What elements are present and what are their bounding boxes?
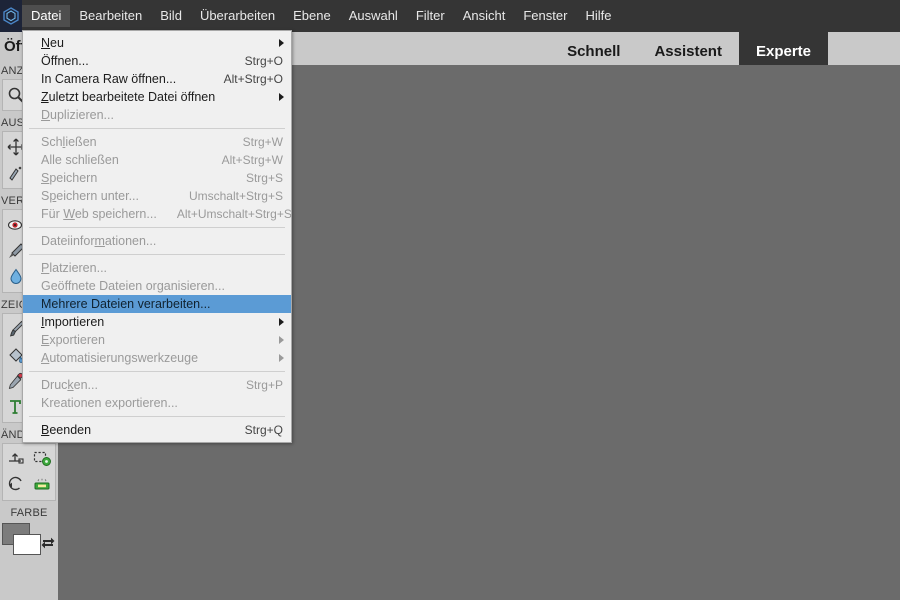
menu-hilfe[interactable]: Hilfe <box>576 5 620 27</box>
submenu-arrow-icon <box>279 318 284 326</box>
menu-ueberarbeiten[interactable]: Überarbeiten <box>191 5 284 27</box>
menu-item-speichern: SpeichernStrg+S <box>23 169 291 187</box>
menu-item-fuer-web-speichern: Für Web speichern...Alt+Umschalt+Strg+S <box>23 205 291 223</box>
content-aware-move-tool-icon[interactable] <box>29 446 55 472</box>
menu-ebene[interactable]: Ebene <box>284 5 340 27</box>
menu-item-label: Kreationen exportieren... <box>41 394 283 412</box>
file-dropdown-menu[interactable]: NeuÖffnen...Strg+OIn Camera Raw öffnen..… <box>22 30 292 443</box>
recompose-tool-icon[interactable] <box>3 472 29 498</box>
menu-datei[interactable]: Datei <box>22 5 70 27</box>
submenu-arrow-icon <box>279 336 284 344</box>
menu-item-oeffnen[interactable]: Öffnen...Strg+O <box>23 52 291 70</box>
photoshop-elements-logo-icon <box>0 0 22 32</box>
menu-filter[interactable]: Filter <box>407 5 454 27</box>
menu-item-duplizieren: Duplizieren... <box>23 106 291 124</box>
menu-separator <box>29 128 285 129</box>
menu-item-automatisierungswerkzeuge: Automatisierungswerkzeuge <box>23 349 291 367</box>
menu-item-label: Geöffnete Dateien organisieren... <box>41 277 283 295</box>
menu-auswahl[interactable]: Auswahl <box>340 5 407 27</box>
menu-item-neu[interactable]: Neu <box>23 34 291 52</box>
menu-item-label: Exportieren <box>41 331 283 349</box>
menu-item-dateiinformationen: Dateiinformationen... <box>23 232 291 250</box>
tool-section-label-farbe: FARBE <box>0 504 58 521</box>
menu-item-label: Für Web speichern... <box>41 205 157 223</box>
submenu-arrow-icon <box>279 39 284 47</box>
menu-item-drucken: Drucken...Strg+P <box>23 376 291 394</box>
menu-item-kreationen-exportieren: Kreationen exportieren... <box>23 394 291 412</box>
menu-item-shortcut: Alt+Strg+O <box>204 70 283 88</box>
photoshop-elements-window: SchnellAssistentExperte Öffnen ANZEIGENA… <box>0 0 900 600</box>
menu-item-exportieren: Exportieren <box>23 331 291 349</box>
menu-separator <box>29 254 285 255</box>
menu-separator <box>29 227 285 228</box>
menu-bild[interactable]: Bild <box>151 5 191 27</box>
menu-item-geoeffnete-dateien-organisieren: Geöffnete Dateien organisieren... <box>23 277 291 295</box>
menu-item-shortcut: Alt+Umschalt+Strg+S <box>157 205 292 223</box>
submenu-arrow-icon <box>279 93 284 101</box>
menu-bearbeiten[interactable]: Bearbeiten <box>70 5 151 27</box>
menu-item-label: In Camera Raw öffnen... <box>41 70 204 88</box>
straighten-tool-icon[interactable] <box>3 446 29 472</box>
menu-item-shortcut: Alt+Strg+W <box>202 151 283 169</box>
menu-item-label: Beenden <box>41 421 225 439</box>
menu-item-shortcut: Strg+P <box>226 376 283 394</box>
menu-fenster[interactable]: Fenster <box>514 5 576 27</box>
menu-item-label: Neu <box>41 34 283 52</box>
background-color-swatch[interactable] <box>13 534 41 555</box>
menu-bar: DateiBearbeitenBildÜberarbeitenEbeneAusw… <box>0 0 900 32</box>
menu-item-label: Öffnen... <box>41 52 225 70</box>
menu-item-label: Mehrere Dateien verarbeiten... <box>41 295 283 313</box>
menu-item-mehrere-dateien-verarbeiten[interactable]: Mehrere Dateien verarbeiten... <box>23 295 291 313</box>
menu-item-label: Duplizieren... <box>41 106 283 124</box>
menu-item-platzieren: Platzieren... <box>23 259 291 277</box>
color-swatches[interactable] <box>2 523 38 555</box>
menu-item-shortcut: Umschalt+Strg+S <box>169 187 283 205</box>
menu-item-shortcut: Strg+O <box>225 52 283 70</box>
menu-item-shortcut: Strg+W <box>223 133 283 151</box>
menu-item-shortcut: Strg+Q <box>225 421 283 439</box>
menu-ansicht[interactable]: Ansicht <box>454 5 515 27</box>
menu-item-schliessen: SchließenStrg+W <box>23 133 291 151</box>
menu-item-label: Drucken... <box>41 376 226 394</box>
menu-item-label: Platzieren... <box>41 259 283 277</box>
swap-colors-icon[interactable] <box>40 534 56 555</box>
menu-item-alle-schliessen: Alle schließenAlt+Strg+W <box>23 151 291 169</box>
menu-item-beenden[interactable]: BeendenStrg+Q <box>23 421 291 439</box>
menu-item-label: Schließen <box>41 133 223 151</box>
menu-item-label: Automatisierungswerkzeuge <box>41 349 283 367</box>
menu-separator <box>29 371 285 372</box>
menu-item-label: Importieren <box>41 313 283 331</box>
menu-item-shortcut: Strg+S <box>226 169 283 187</box>
menu-separator <box>29 416 285 417</box>
menu-item-importieren[interactable]: Importieren <box>23 313 291 331</box>
menu-item-in-camera-raw-oeffnen[interactable]: In Camera Raw öffnen...Alt+Strg+O <box>23 70 291 88</box>
tool-group-aendern <box>2 443 56 501</box>
menu-item-label: Zuletzt bearbeitete Datei öffnen <box>41 88 283 106</box>
menu-item-speichern-unter: Speichern unter...Umschalt+Strg+S <box>23 187 291 205</box>
submenu-arrow-icon <box>279 354 284 362</box>
menu-item-label: Dateiinformationen... <box>41 232 283 250</box>
menu-item-label: Speichern <box>41 169 226 187</box>
menu-item-zuletzt-bearbeitete-datei-oeffnen[interactable]: Zuletzt bearbeitete Datei öffnen <box>23 88 291 106</box>
menu-bar-items: DateiBearbeitenBildÜberarbeitenEbeneAusw… <box>22 0 620 32</box>
cookie-cutter-tool-icon[interactable] <box>29 472 55 498</box>
menu-item-label: Alle schließen <box>41 151 202 169</box>
menu-item-label: Speichern unter... <box>41 187 169 205</box>
color-swatch-row <box>0 521 58 555</box>
